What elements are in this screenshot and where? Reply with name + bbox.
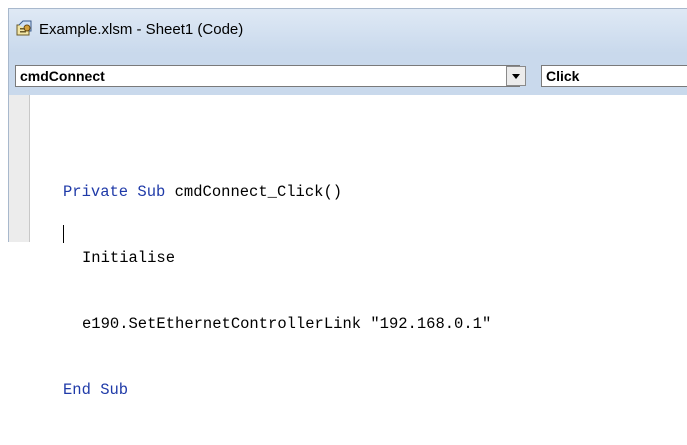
chevron-down-icon — [512, 74, 520, 79]
code-line: e190.SetEthernetControllerLink "192.168.… — [82, 315, 492, 333]
procedure-combo[interactable]: Click — [541, 65, 687, 87]
keyword: Private Sub — [63, 183, 166, 201]
code-window: Example.xlsm - Sheet1 (Code) cmdConnect … — [8, 8, 687, 399]
margin-indicator-bar[interactable] — [9, 95, 30, 242]
text-caret — [63, 225, 64, 243]
code-line: Private Sub cmdConnect_Click() — [63, 181, 491, 203]
procedure-combo-value: Click — [546, 68, 580, 84]
window-title: Example.xlsm - Sheet1 (Code) — [39, 21, 244, 38]
code-text-span: cmdConnect_Click() — [165, 183, 343, 201]
code-text[interactable]: Private Sub cmdConnect_Click() Initialis… — [63, 137, 491, 445]
code-line: Initialise — [82, 249, 176, 267]
code-line: End Sub — [63, 379, 491, 401]
object-combo-dropdown-button[interactable] — [506, 66, 526, 86]
keyword: End Sub — [63, 381, 129, 399]
object-combo-value: cmdConnect — [20, 68, 105, 84]
code-toolbar: cmdConnect Click — [9, 53, 687, 95]
title-bar[interactable]: Example.xlsm - Sheet1 (Code) — [9, 9, 687, 54]
vba-module-icon — [15, 19, 35, 37]
object-combo[interactable]: cmdConnect — [15, 65, 520, 87]
code-editor[interactable]: Private Sub cmdConnect_Click() Initialis… — [9, 95, 687, 399]
